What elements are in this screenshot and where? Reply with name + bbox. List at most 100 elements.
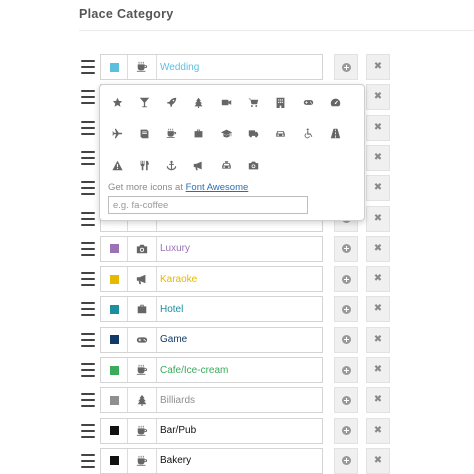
graduation-cap-icon[interactable]: [217, 125, 235, 143]
star-icon[interactable]: [108, 93, 126, 111]
color-picker[interactable]: [101, 297, 128, 322]
icon-selector[interactable]: [128, 297, 157, 322]
truck-icon[interactable]: [245, 125, 263, 143]
drag-handle-icon[interactable]: [81, 302, 95, 317]
close-icon: ✖: [373, 61, 383, 72]
icon-selector[interactable]: [128, 55, 157, 79]
remove-row-button[interactable]: ✖: [366, 387, 390, 414]
font-awesome-link[interactable]: Font Awesome: [186, 182, 249, 193]
warning-icon[interactable]: [108, 156, 126, 174]
category-name-input[interactable]: [158, 448, 322, 473]
category-name-input[interactable]: [158, 297, 322, 322]
drag-handle-icon[interactable]: [81, 272, 95, 287]
glass-icon[interactable]: [135, 93, 153, 111]
color-picker[interactable]: [101, 358, 128, 382]
remove-row-button[interactable]: ✖: [366, 175, 390, 202]
wheelchair-icon[interactable]: [299, 125, 317, 143]
remove-row-button[interactable]: ✖: [366, 84, 390, 111]
add-row-button[interactable]: [334, 417, 358, 444]
cab-icon[interactable]: [217, 156, 235, 174]
drag-handle-icon[interactable]: [81, 181, 95, 196]
rocket-icon[interactable]: [163, 93, 181, 111]
drag-handle-icon[interactable]: [81, 363, 95, 377]
color-picker[interactable]: [101, 267, 128, 292]
add-row-button[interactable]: [334, 357, 358, 383]
add-row-button[interactable]: [334, 447, 358, 474]
coffee-icon: [136, 61, 148, 73]
category-name-input[interactable]: [158, 327, 322, 352]
drag-handle-icon[interactable]: [81, 393, 95, 408]
remove-row-button[interactable]: ✖: [366, 205, 390, 232]
drag-handle-icon[interactable]: [81, 60, 95, 74]
add-row-button[interactable]: [334, 54, 358, 80]
drag-handle-icon[interactable]: [81, 453, 95, 468]
category-fields: [100, 54, 323, 80]
color-swatch: [109, 456, 119, 466]
category-name-input[interactable]: [158, 358, 322, 382]
drag-handle-icon[interactable]: [81, 90, 95, 105]
add-row-button[interactable]: [334, 387, 358, 414]
category-row: ✖: [0, 447, 474, 474]
remove-row-button[interactable]: ✖: [366, 296, 390, 323]
icon-selector[interactable]: [128, 388, 157, 413]
remove-row-button[interactable]: ✖: [366, 235, 390, 262]
color-picker[interactable]: [101, 388, 128, 413]
drag-handle-icon[interactable]: [81, 211, 95, 226]
category-name-input[interactable]: [158, 388, 322, 413]
color-picker[interactable]: [101, 418, 128, 443]
title-divider: [79, 30, 474, 31]
coffee-icon[interactable]: [163, 125, 181, 143]
tree-icon[interactable]: [190, 93, 208, 111]
bullhorn-icon[interactable]: [190, 156, 208, 174]
add-row-button[interactable]: [334, 266, 358, 293]
color-picker[interactable]: [101, 327, 128, 352]
drag-handle-icon[interactable]: [81, 332, 95, 347]
add-row-button[interactable]: [334, 296, 358, 323]
icon-selector[interactable]: [128, 236, 157, 261]
remove-row-button[interactable]: ✖: [366, 417, 390, 444]
icon-selector[interactable]: [128, 358, 157, 382]
drag-handle-icon[interactable]: [81, 120, 95, 135]
icon-selector[interactable]: [128, 267, 157, 292]
add-row-button[interactable]: [334, 326, 358, 353]
icon-selector[interactable]: [128, 418, 157, 443]
color-picker[interactable]: [101, 236, 128, 261]
icon-selector[interactable]: [128, 448, 157, 473]
drag-handle-icon[interactable]: [81, 150, 95, 165]
category-name-input[interactable]: [158, 55, 322, 79]
icon-search-input[interactable]: [108, 196, 308, 214]
icon-picker-popup: Get more icons at Font Awesome: [99, 84, 365, 221]
remove-row-button[interactable]: ✖: [366, 447, 390, 474]
building-icon[interactable]: [272, 93, 290, 111]
cart-icon[interactable]: [245, 93, 263, 111]
remove-row-button[interactable]: ✖: [366, 326, 390, 353]
drag-handle-icon[interactable]: [81, 423, 95, 438]
category-name-input[interactable]: [158, 236, 322, 261]
remove-row-button[interactable]: ✖: [366, 114, 390, 141]
car-icon[interactable]: [272, 125, 290, 143]
remove-row-button[interactable]: ✖: [366, 54, 390, 80]
remove-row-button[interactable]: ✖: [366, 266, 390, 293]
book-icon[interactable]: [135, 125, 153, 143]
plane-icon[interactable]: [108, 125, 126, 143]
camera-icon[interactable]: [245, 156, 263, 174]
road-icon[interactable]: [326, 125, 344, 143]
video-icon[interactable]: [217, 93, 235, 111]
anchor-icon[interactable]: [163, 156, 181, 174]
drag-handle-icon[interactable]: [81, 241, 95, 256]
suitcase-icon[interactable]: [190, 125, 208, 143]
add-row-button[interactable]: [334, 235, 358, 262]
remove-row-button[interactable]: ✖: [366, 144, 390, 171]
camera-icon: [136, 243, 148, 255]
gamepad-icon[interactable]: [299, 93, 317, 111]
color-picker[interactable]: [101, 55, 128, 79]
cutlery-icon[interactable]: [135, 156, 153, 174]
remove-row-button[interactable]: ✖: [366, 357, 390, 383]
color-swatch: [109, 274, 119, 284]
category-name-input[interactable]: [158, 267, 322, 292]
icon-selector[interactable]: [128, 327, 157, 352]
close-icon: ✖: [373, 151, 383, 163]
category-name-input[interactable]: [158, 418, 322, 443]
color-picker[interactable]: [101, 448, 128, 473]
dashboard-icon[interactable]: [326, 93, 344, 111]
